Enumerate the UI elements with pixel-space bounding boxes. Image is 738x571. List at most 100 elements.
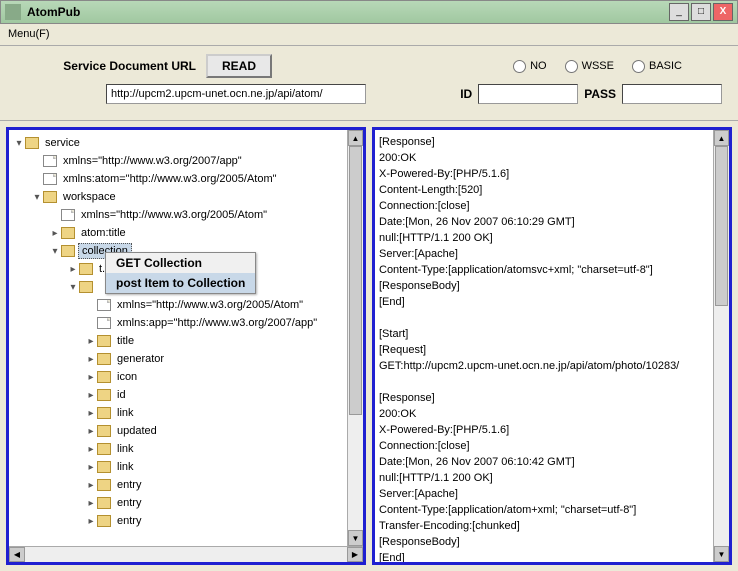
ctx-get-collection[interactable]: GET Collection xyxy=(106,253,255,273)
tree-label: atom:title xyxy=(78,226,129,240)
folder-icon xyxy=(97,425,111,437)
pass-input[interactable] xyxy=(622,84,722,104)
read-button[interactable]: READ xyxy=(206,54,272,78)
toolbar: Service Document URL READ NO WSSE BASIC … xyxy=(0,46,738,121)
response-line: Connection:[close] xyxy=(379,438,709,454)
expand-icon[interactable]: ▸ xyxy=(85,336,97,347)
response-text[interactable]: [Response]200:OKX-Powered-By:[PHP/5.1.6]… xyxy=(375,130,713,562)
tree-row[interactable]: ▸ entry xyxy=(13,512,343,530)
auth-wsse-radio[interactable]: WSSE xyxy=(565,60,614,73)
tree-vscrollbar[interactable]: ▲ ▼ xyxy=(347,130,363,546)
folder-icon xyxy=(79,281,93,293)
response-vscrollbar[interactable]: ▲ ▼ xyxy=(713,130,729,562)
tree-label: xmlns="http://www.w3.org/2005/Atom" xyxy=(114,298,306,312)
scroll-right-icon[interactable]: ▶ xyxy=(347,547,363,562)
expand-icon[interactable]: ▾ xyxy=(67,282,79,293)
url-input[interactable] xyxy=(106,84,366,104)
tree-row[interactable]: ▸link xyxy=(13,404,343,422)
response-line: Transfer-Encoding:[chunked] xyxy=(379,518,709,534)
tree-label: icon xyxy=(114,370,140,384)
tree-row[interactable]: ▾ workspace xyxy=(13,188,343,206)
expand-icon[interactable]: ▸ xyxy=(67,264,79,275)
expand-icon[interactable]: ▾ xyxy=(49,246,61,257)
expand-icon[interactable]: ▸ xyxy=(49,228,61,239)
scroll-down-icon[interactable]: ▼ xyxy=(714,546,729,562)
expand-icon[interactable]: ▾ xyxy=(13,138,25,149)
minimize-button[interactable]: _ xyxy=(669,3,689,21)
tree-view[interactable]: ▾ service xmlns="http://www.w3.org/2007/ap… xyxy=(9,130,347,546)
folder-icon xyxy=(61,227,75,239)
tree-row[interactable]: xmlns="http://www.w3.org/2005/Atom" xyxy=(13,296,343,314)
expand-icon[interactable]: ▸ xyxy=(85,462,97,473)
expand-icon[interactable]: ▾ xyxy=(31,192,43,203)
expand-icon[interactable]: ▸ xyxy=(85,426,97,437)
tree-hscrollbar[interactable]: ◀ ▶ xyxy=(9,546,363,562)
tree-label: service xyxy=(42,136,83,150)
tree-row[interactable]: ▸ updated xyxy=(13,422,343,440)
response-line: [End] xyxy=(379,550,709,562)
tree-row[interactable]: ▸ entry xyxy=(13,494,343,512)
auth-no-radio[interactable]: NO xyxy=(513,60,547,73)
expand-icon[interactable]: ▸ xyxy=(85,498,97,509)
scroll-up-icon[interactable]: ▲ xyxy=(348,130,363,146)
response-line: Date:[Mon, 26 Nov 2007 06:10:42 GMT] xyxy=(379,454,709,470)
ctx-post-item[interactable]: post Item to Collection xyxy=(106,273,255,293)
response-line: 200:OK xyxy=(379,150,709,166)
response-line: null:[HTTP/1.1 200 OK] xyxy=(379,230,709,246)
expand-icon[interactable]: ▸ xyxy=(85,408,97,419)
main-body: ▾ service xmlns="http://www.w3.org/2007/ap… xyxy=(0,121,738,571)
expand-icon[interactable]: ▸ xyxy=(85,516,97,527)
scroll-left-icon[interactable]: ◀ xyxy=(9,547,25,562)
response-line xyxy=(379,310,709,326)
tree-row[interactable]: ▸id xyxy=(13,386,343,404)
expand-icon[interactable]: ▸ xyxy=(85,372,97,383)
context-menu: GET Collection post Item to Collection xyxy=(105,252,256,294)
tree-label: link xyxy=(114,460,137,474)
response-line: [Start] xyxy=(379,326,709,342)
tree-row[interactable]: ▸link xyxy=(13,440,343,458)
id-label: ID xyxy=(460,87,472,101)
tree-row[interactable]: xmlns:atom="http://www.w3.org/2005/Atom" xyxy=(13,170,343,188)
tree-row[interactable]: xmlns="http://www.w3.org/2007/app" xyxy=(13,152,343,170)
tree-label: workspace xyxy=(60,190,119,204)
response-line: [ResponseBody] xyxy=(379,534,709,550)
tree-pane: ▾ service xmlns="http://www.w3.org/2007/ap… xyxy=(6,127,366,565)
folder-icon xyxy=(97,335,111,347)
tree-row[interactable]: ▸title xyxy=(13,332,343,350)
auth-basic-radio[interactable]: BASIC xyxy=(632,60,682,73)
response-line: [ResponseBody] xyxy=(379,278,709,294)
scroll-down-icon[interactable]: ▼ xyxy=(348,530,363,546)
tree-label xyxy=(96,286,102,288)
response-line: X-Powered-By:[PHP/5.1.6] xyxy=(379,422,709,438)
tree-row[interactable]: ▾ service xyxy=(13,134,343,152)
tree-row[interactable]: ▸ atom:title xyxy=(13,224,343,242)
tree-label: entry xyxy=(114,496,144,510)
scroll-up-icon[interactable]: ▲ xyxy=(714,130,729,146)
response-line: Content-Type:[application/atomsvc+xml; "… xyxy=(379,262,709,278)
tree-row[interactable]: ▸ link xyxy=(13,458,343,476)
expand-icon[interactable]: ▸ xyxy=(85,480,97,491)
tree-label: updated xyxy=(114,424,160,438)
expand-icon[interactable]: ▸ xyxy=(85,444,97,455)
id-input[interactable] xyxy=(478,84,578,104)
tree-label: entry xyxy=(114,514,144,528)
response-line: GET:http://upcm2.upcm-unet.ocn.ne.jp/api… xyxy=(379,358,709,374)
tree-row[interactable]: ▸generator xyxy=(13,350,343,368)
file-icon xyxy=(61,209,75,221)
tree-row[interactable]: xmlns:app="http://www.w3.org/2007/app" xyxy=(13,314,343,332)
expand-icon[interactable]: ▸ xyxy=(85,354,97,365)
expand-icon[interactable]: ▸ xyxy=(85,390,97,401)
folder-icon xyxy=(61,245,75,257)
tree-row[interactable]: ▸ icon xyxy=(13,368,343,386)
close-button[interactable]: X xyxy=(713,3,733,21)
tree-row[interactable]: ▸entry xyxy=(13,476,343,494)
tree-row[interactable]: xmlns="http://www.w3.org/2005/Atom" xyxy=(13,206,343,224)
response-line: Content-Type:[application/atom+xml; "cha… xyxy=(379,502,709,518)
menu-file[interactable]: Menu(F) xyxy=(8,28,50,40)
tree-label: xmlns:app="http://www.w3.org/2007/app" xyxy=(114,316,320,330)
response-line: Content-Length:[520] xyxy=(379,182,709,198)
response-line: [Request] xyxy=(379,342,709,358)
maximize-button[interactable]: □ xyxy=(691,3,711,21)
response-line: [End] xyxy=(379,294,709,310)
response-line: Server:[Apache] xyxy=(379,246,709,262)
